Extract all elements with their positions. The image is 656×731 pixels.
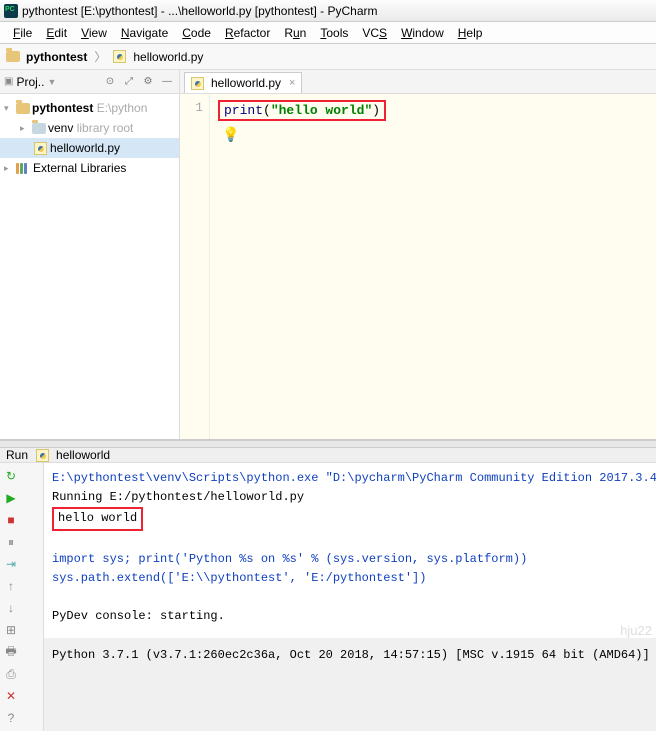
splitter[interactable] [0,440,656,448]
menu-vcs[interactable]: VCS [355,24,394,42]
gutter: 1 [180,94,210,439]
folder-icon [32,123,46,134]
chevron-right-icon: 〉 [94,48,106,65]
library-icon [16,163,29,174]
project-panel-header: ▣ Proj.. ▼ ⊙ ⤢ ⚙ — [0,70,179,94]
console-output-highlight: hello world [52,507,143,530]
layout-icon[interactable]: ⊞ [2,621,20,639]
tree-file-helloworld[interactable]: helloworld.py [0,138,179,158]
folder-icon [16,103,30,114]
tree-external-label: External Libraries [33,161,126,175]
tree-root-label: pythontest [32,101,93,115]
collapse-icon[interactable]: ⊙ [102,74,118,90]
folder-icon [6,51,20,62]
window-title-bar: pythontest [E:\pythontest] - ...\hellowo… [0,0,656,22]
up-icon[interactable]: ↑ [2,577,20,595]
print-icon[interactable]: 🖶 [2,643,20,661]
project-icon: ▣ [4,76,13,87]
tree-venv[interactable]: ▸ venv library root [0,118,179,138]
tab-label: helloworld.py [211,76,281,90]
tree-file-label: helloworld.py [50,141,120,155]
breadcrumb-project[interactable]: pythontest [26,50,87,64]
python-file-icon [34,142,47,155]
export-icon[interactable]: ⎙ [2,665,20,683]
chevron-right-icon[interactable]: ▸ [20,123,30,134]
console-line: Running E:/pythontest/helloworld.py [52,490,304,504]
tree-external-libs[interactable]: ▸ External Libraries [0,158,179,178]
code-editor[interactable]: 1 print("hello world") 💡 [180,94,656,439]
run-toolbar: ↻ ▶ ■ ⏸ ⇥ ↑ ↓ ⊞ 🖶 ⎙ ✕ ? [0,463,44,731]
menu-view[interactable]: View [74,24,114,42]
chevron-right-icon[interactable]: ▸ [4,163,14,174]
close-icon[interactable]: ✕ [2,687,20,705]
stop-icon[interactable]: ■ [2,511,20,529]
breadcrumb-file[interactable]: helloworld.py [133,50,203,64]
chevron-down-icon[interactable]: ▼ [47,77,56,87]
tree-venv-label: venv [48,121,73,135]
menu-code[interactable]: Code [175,24,218,42]
editor-area: helloworld.py × 1 print("hello world") 💡 [180,70,656,439]
down-icon[interactable]: ↓ [2,599,20,617]
menu-run[interactable]: Run [277,24,313,42]
tree-root[interactable]: ▾ pythontest E:\python [0,98,179,118]
python-file-icon [36,449,49,462]
menu-refactor[interactable]: Refactor [218,24,277,42]
run-body: ↻ ▶ ■ ⏸ ⇥ ↑ ↓ ⊞ 🖶 ⎙ ✕ ? E:\pythontest\ve… [0,463,656,731]
hide-icon[interactable]: — [159,74,175,90]
editor-tab-bar: helloworld.py × [180,70,656,94]
menu-navigate[interactable]: Navigate [114,24,175,42]
run-config-name[interactable]: helloworld [56,448,110,462]
menu-bar: File Edit View Navigate Code Refactor Ru… [0,22,656,44]
pycharm-icon [4,4,18,18]
project-tree: ▾ pythontest E:\python ▸ venv library ro… [0,94,179,182]
help-icon[interactable]: ? [2,709,20,727]
run-panel: Run helloworld ↻ ▶ ■ ⏸ ⇥ ↑ ↓ ⊞ 🖶 ⎙ ✕ ? E… [0,448,656,638]
console-line: sys.path.extend(['E:\\pythontest', 'E:/p… [52,571,426,585]
pause-icon[interactable]: ⏸ [2,533,20,551]
close-icon[interactable]: × [289,77,295,89]
intention-bulb-icon[interactable]: 💡 [222,127,386,144]
tree-root-path: E:\python [97,101,148,115]
python-file-icon [113,50,126,63]
code-string: "hello world" [271,103,372,118]
tree-venv-note: library root [77,121,134,135]
console-line: E:\pythontest\venv\Scripts\python.exe "D… [52,471,656,485]
line-number: 1 [180,100,203,115]
menu-file[interactable]: File [6,24,39,42]
main-area: ▣ Proj.. ▼ ⊙ ⤢ ⚙ — ▾ pythontest E:\pytho… [0,70,656,440]
gear-icon[interactable]: ⚙ [140,74,156,90]
menu-tools[interactable]: Tools [313,24,355,42]
chevron-down-icon[interactable]: ▾ [4,103,14,114]
run-icon[interactable]: ▶ [2,489,20,507]
project-panel-label[interactable]: Proj.. [16,75,44,89]
code-print: print [224,103,263,118]
python-file-icon [191,77,204,90]
console-output[interactable]: E:\pythontest\venv\Scripts\python.exe "D… [44,463,656,731]
expand-icon[interactable]: ⤢ [121,74,137,90]
code-content[interactable]: print("hello world") 💡 [210,94,394,439]
window-title: pythontest [E:\pythontest] - ...\hellowo… [22,4,378,18]
console-line: Python 3.7.1 (v3.7.1:260ec2c36a, Oct 20 … [52,648,656,662]
tab-helloworld[interactable]: helloworld.py × [184,72,302,93]
project-sidebar: ▣ Proj.. ▼ ⊙ ⤢ ⚙ — ▾ pythontest E:\pytho… [0,70,180,439]
console-line: import sys; print('Python %s on %s' % (s… [52,552,527,566]
breadcrumb-bar: pythontest 〉 helloworld.py [0,44,656,70]
run-panel-header: Run helloworld [0,448,656,463]
menu-window[interactable]: Window [394,24,451,42]
run-label[interactable]: Run [6,448,28,462]
rerun-icon[interactable]: ↻ [2,467,20,485]
resume-icon[interactable]: ⇥ [2,555,20,573]
menu-help[interactable]: Help [451,24,490,42]
code-highlight: print("hello world") [218,100,386,121]
menu-edit[interactable]: Edit [39,24,74,42]
console-line: PyDev console: starting. [52,609,225,623]
